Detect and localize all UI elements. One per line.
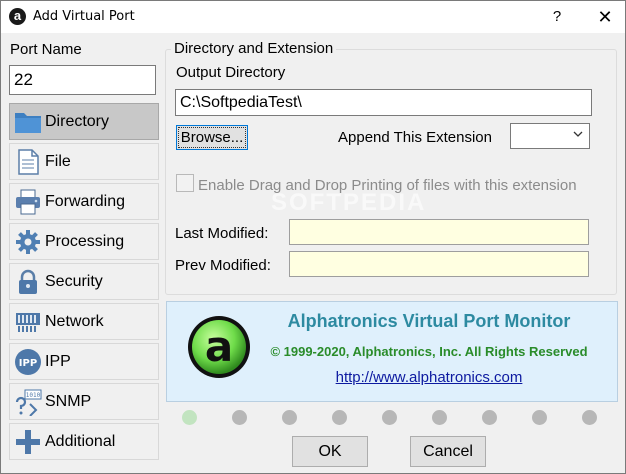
sidebar-item-directory[interactable]: Directory [9, 103, 159, 140]
product-title: Alphatronics Virtual Port Monitor [287, 311, 571, 331]
sidebar-item-snmp[interactable]: 1010 SNMP [9, 383, 159, 420]
lock-icon [19, 269, 37, 294]
indicator-dot [532, 410, 547, 425]
sidebar-item-label: Additional [45, 433, 116, 450]
plus-icon [16, 430, 40, 454]
folder-icon [15, 113, 41, 133]
sidebar-item-additional[interactable]: Additional [9, 423, 159, 460]
network-card-icon [16, 313, 40, 332]
chevron-down-icon [573, 131, 583, 137]
sidebar-item-label: Security [45, 273, 103, 290]
app-icon: a [9, 8, 26, 25]
file-icon [18, 149, 39, 175]
svg-text:IPP: IPP [19, 358, 37, 369]
group-title: Directory and Extension [171, 40, 337, 57]
sidebar-item-label: IPP [45, 353, 71, 370]
watermark: SOFTPEDIA [271, 189, 427, 216]
indicator-dot [182, 410, 197, 425]
printer-icon [16, 189, 40, 215]
output-directory-input[interactable] [175, 89, 592, 116]
indicator-dot [282, 410, 297, 425]
progress-indicator [182, 410, 602, 426]
sidebar-item-label: Network [45, 313, 104, 330]
last-modified-label: Last Modified: [175, 225, 269, 242]
cancel-button[interactable]: Cancel [410, 436, 486, 467]
alphatronics-logo: a [188, 316, 250, 378]
indicator-dot [332, 410, 347, 425]
help-button[interactable]: ? [541, 1, 573, 33]
add-virtual-port-window: a Add Virtual Port ? ✕ Port Name Directo… [0, 0, 626, 474]
sidebar-nav: Directory File Forwarding Processing Sec… [9, 103, 159, 463]
snmp-icon: 1010 [15, 389, 42, 416]
ok-button[interactable]: OK [292, 436, 368, 467]
indicator-dot [582, 410, 597, 425]
sidebar-item-network[interactable]: Network [9, 303, 159, 340]
indicator-dot [232, 410, 247, 425]
sidebar-item-forwarding[interactable]: Forwarding [9, 183, 159, 220]
window-title: Add Virtual Port [33, 9, 135, 24]
indicator-dot [382, 410, 397, 425]
sidebar-item-label: SNMP [45, 393, 92, 410]
website-link[interactable]: http://www.alphatronics.com [259, 369, 599, 386]
indicator-dot [432, 410, 447, 425]
sidebar-item-processing[interactable]: Processing [9, 223, 159, 260]
ipp-icon: IPP [15, 349, 41, 375]
output-directory-label: Output Directory [176, 64, 286, 81]
sidebar-item-label: Directory [45, 113, 110, 130]
sidebar-item-file[interactable]: File [9, 143, 159, 180]
port-name-label: Port Name [10, 41, 82, 58]
browse-button-label: Browse... [178, 127, 246, 148]
sidebar-item-label: Forwarding [45, 193, 126, 210]
sidebar-item-security[interactable]: Security [9, 263, 159, 300]
close-button[interactable]: ✕ [587, 1, 623, 33]
svg-text:1010: 1010 [26, 392, 41, 399]
append-extension-label: Append This Extension [338, 129, 492, 146]
svg-text:a: a [205, 322, 233, 371]
gear-icon [16, 230, 40, 254]
port-name-input[interactable] [9, 65, 156, 95]
sidebar-item-ipp[interactable]: IPP IPP [9, 343, 159, 380]
drag-drop-checkbox[interactable] [176, 174, 194, 192]
indicator-dot [482, 410, 497, 425]
append-extension-select[interactable] [510, 123, 590, 149]
title-bar[interactable]: a Add Virtual Port ? ✕ [1, 1, 625, 33]
copyright-text: © 1999-2020, Alphatronics, Inc. All Righ… [270, 344, 588, 359]
sidebar-item-label: File [45, 153, 71, 170]
last-modified-field [289, 219, 589, 245]
sidebar-item-label: Processing [45, 233, 125, 250]
prev-modified-label: Prev Modified: [175, 257, 271, 274]
browse-button[interactable]: Browse... [176, 125, 248, 150]
prev-modified-field [289, 251, 589, 277]
